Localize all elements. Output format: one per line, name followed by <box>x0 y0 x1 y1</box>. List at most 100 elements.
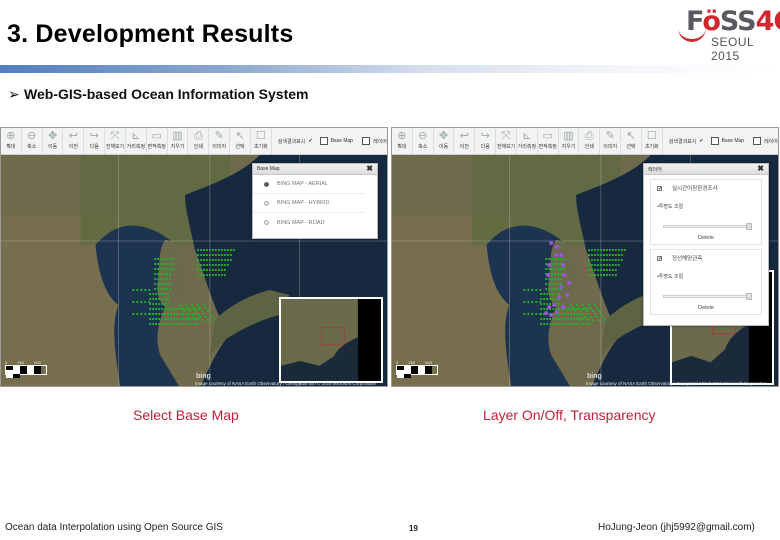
station-point <box>172 257 175 261</box>
map-attribution: Image courtesy of NASA Earth Observatory… <box>586 381 767 386</box>
base-map-option[interactable]: BING MAP - AERIAL <box>253 175 365 194</box>
tool-select[interactable]: ↖ 선택 <box>621 128 642 154</box>
station-point <box>583 315 587 319</box>
tool-pan[interactable]: ✥ 이동 <box>434 128 455 154</box>
station-point <box>217 273 220 277</box>
tool-distance-measure[interactable]: ⊾ 거리측정 <box>517 128 538 154</box>
station-point <box>587 258 591 262</box>
close-icon[interactable]: ✖ <box>366 164 373 173</box>
tool-layer[interactable]: ▥ 지우기 <box>559 128 580 154</box>
station-point <box>601 315 605 319</box>
tool-previous[interactable]: ↩ 이전 <box>63 128 85 154</box>
station-point <box>587 248 591 252</box>
tool-edit[interactable]: ✎ 이미지 <box>600 128 622 154</box>
layer-visibility-checkbox[interactable]: ✔ <box>657 255 662 261</box>
tool-zoom-out[interactable]: ⊖ 축소 <box>413 128 434 154</box>
radio-selected-icon[interactable] <box>264 181 269 187</box>
layer-visibility-checkbox[interactable]: ✔ <box>657 185 662 191</box>
delete-layer-button[interactable]: Delete <box>651 305 761 311</box>
tool-previous[interactable]: ↩ 이전 <box>454 128 476 154</box>
station-point <box>178 322 182 326</box>
tool-print[interactable]: ⎙ 인쇄 <box>579 128 601 154</box>
slider-thumb[interactable] <box>746 223 752 230</box>
layer-item: ✔ 정선해양관측 •투명도 조절 Delete <box>650 249 762 315</box>
tool-area-measure[interactable]: ▭ 면적측정 <box>147 128 168 154</box>
slide-title: 3. Development Results <box>7 20 294 48</box>
tool-next[interactable]: ↪ 다음 <box>84 128 106 154</box>
station-point <box>173 317 176 321</box>
station-point <box>608 253 611 257</box>
station-point <box>617 248 620 252</box>
radio-icon[interactable] <box>264 220 269 225</box>
realtime-survey-point <box>549 313 554 317</box>
opacity-slider[interactable] <box>663 293 752 300</box>
base-map-checkbox[interactable] <box>710 137 719 145</box>
layer-checkbox[interactable] <box>362 137 371 145</box>
tool-clear[interactable]: ☐ 초기화 <box>251 128 272 154</box>
station-point <box>578 312 582 316</box>
station-point <box>539 288 542 292</box>
tool-zoom-out[interactable]: ⊖ 축소 <box>22 128 43 154</box>
station-point <box>158 317 161 321</box>
station-point <box>202 303 206 307</box>
base-map-option[interactable]: BING MAP - ROAD <box>253 213 365 232</box>
station-point <box>167 292 170 296</box>
station-point <box>554 277 557 281</box>
station-point <box>184 312 188 316</box>
station-point <box>585 318 589 322</box>
map-view[interactable]: Base Map ✖ BING MAP - AERIAL BING MAP - … <box>1 155 387 386</box>
tool-select[interactable]: ↖ 선택 <box>230 128 251 154</box>
tool-print[interactable]: ⎙ 인쇄 <box>188 128 210 154</box>
station-point <box>172 262 175 266</box>
station-point <box>186 315 190 319</box>
overview-map[interactable] <box>279 297 383 383</box>
station-point <box>166 287 169 291</box>
tool-full-extent[interactable]: ⤧ 전체보기 <box>105 128 126 154</box>
radio-icon[interactable] <box>264 200 269 206</box>
station-point <box>154 267 157 271</box>
legend-toggle-checkbox[interactable]: ✔ <box>699 138 703 144</box>
tool-next[interactable]: ↪ 다음 <box>475 128 497 154</box>
legend-toggle-checkbox[interactable]: ✔ <box>308 138 312 144</box>
station-point <box>178 312 182 316</box>
tool-distance-measure[interactable]: ⊾ 거리측정 <box>126 128 147 154</box>
close-icon[interactable]: ✖ <box>757 164 764 173</box>
footer-title: Ocean data Interpolation using Open Sour… <box>5 522 223 533</box>
slider-thumb[interactable] <box>746 293 752 300</box>
station-point <box>614 248 617 252</box>
station-point <box>198 315 202 319</box>
station-point <box>163 272 166 276</box>
station-point <box>575 307 579 311</box>
station-point <box>557 287 560 291</box>
station-point <box>170 312 173 316</box>
station-point <box>597 318 601 322</box>
clear-icon: ☐ <box>255 130 266 142</box>
station-point <box>175 322 179 326</box>
delete-layer-button[interactable]: Delete <box>651 235 761 241</box>
tool-zoom-in[interactable]: ⊕ 확대 <box>392 128 413 154</box>
realtime-survey-point <box>554 253 559 257</box>
tool-layer[interactable]: ▥ 지우기 <box>168 128 189 154</box>
tool-clear[interactable]: ☐ 초기화 <box>642 128 663 154</box>
base-map-checkbox[interactable] <box>319 137 328 145</box>
station-point <box>149 297 152 301</box>
tool-area-measure[interactable]: ▭ 면적측정 <box>538 128 559 154</box>
layer-checkbox[interactable] <box>753 137 762 145</box>
station-point <box>596 268 600 272</box>
station-point <box>611 263 614 267</box>
base-map-option[interactable]: BING MAP - HYBRID <box>253 194 365 213</box>
station-point <box>161 292 164 296</box>
tool-full-extent[interactable]: ⤧ 전체보기 <box>496 128 517 154</box>
foss4g-logo: FöSS4G SEOUL 2015 <box>676 6 780 63</box>
tool-edit[interactable]: ✎ 이미지 <box>209 128 231 154</box>
opacity-slider[interactable] <box>663 223 752 230</box>
station-point <box>196 303 200 307</box>
scale-checker <box>5 365 47 378</box>
tool-pan[interactable]: ✥ 이동 <box>43 128 64 154</box>
map-view[interactable]: 레이어 ✖ ✔ 실시간어장환경조사 •투명도 조절 Delete ✔ 정선해양관… <box>392 155 778 386</box>
tool-zoom-in[interactable]: ⊕ 확대 <box>1 128 22 154</box>
station-point <box>194 309 198 313</box>
station-point <box>223 248 226 252</box>
print-icon: ⎙ <box>584 130 594 142</box>
station-point <box>214 268 217 272</box>
